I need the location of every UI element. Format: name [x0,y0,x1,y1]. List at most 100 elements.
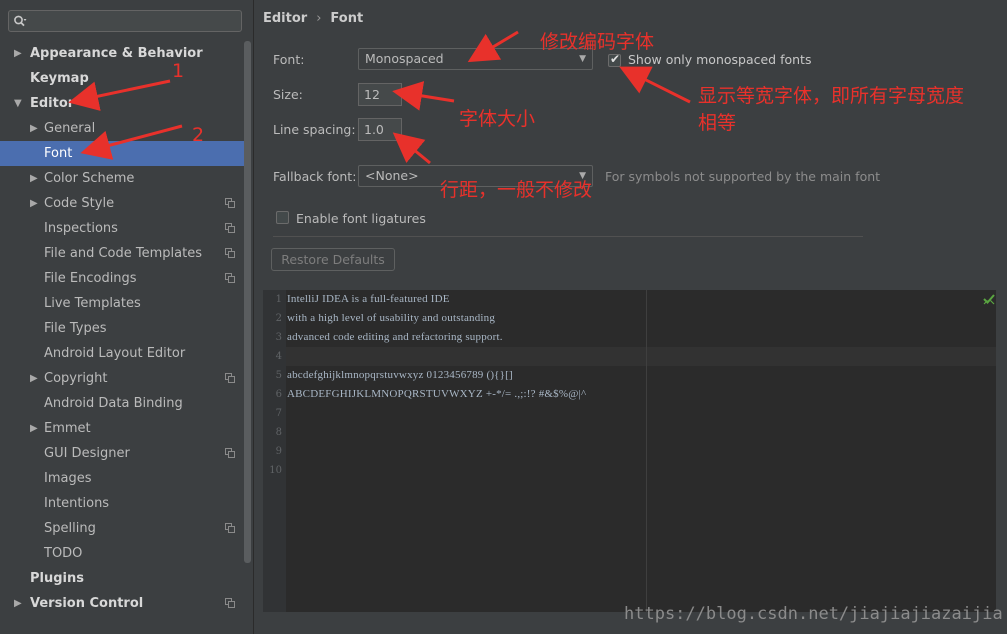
size-input[interactable]: 12 [358,83,402,106]
annotation-change-font: 修改编码字体 [540,31,655,53]
sidebar-item-label: File Types [44,321,107,336]
project-settings-icon [225,223,235,233]
sidebar-item-todo[interactable]: TODO [0,541,251,566]
sidebar-item-label: Color Scheme [44,171,135,186]
caret-row-highlight [286,347,996,366]
line-number: 7 [275,408,282,419]
sidebar-item-file-types[interactable]: File Types [0,316,251,341]
sidebar-item-editor[interactable]: ▼ Editor [0,91,251,116]
font-ligatures-checkbox[interactable] [276,211,289,224]
project-settings-icon [225,273,235,283]
sidebar-item-copyright[interactable]: ▶ Copyright [0,366,251,391]
line-number: 8 [275,427,282,438]
breadcrumb: Editor › Font [263,11,363,26]
sidebar-scrollbar[interactable] [244,41,251,563]
sidebar-item-label: General [44,121,96,136]
font-ligatures-label[interactable]: Enable font ligatures [296,211,426,226]
sidebar-item-label: File Encodings [44,271,137,286]
project-settings-icon [225,248,235,258]
sidebar-item-general[interactable]: ▶ General [0,116,251,141]
collapsed-arrow-icon[interactable]: ▶ [30,191,42,216]
sidebar-item-label: Code Style [44,196,115,211]
collapsed-arrow-icon[interactable]: ▶ [14,41,26,66]
fallback-font-value: <None> [365,168,419,183]
line-number: 6 [275,389,282,400]
monospaced-only-label[interactable]: Show only monospaced fonts [628,52,811,67]
font-label: Font: [273,52,305,67]
sidebar-item-label: Inspections [44,221,118,236]
right-margin-guide [646,290,647,612]
expanded-arrow-icon[interactable]: ▼ [14,91,26,116]
project-settings-icon [225,598,235,608]
sidebar-item-inspections[interactable]: Inspections [0,216,251,241]
sidebar-item-label: Android Data Binding [44,396,183,411]
collapsed-arrow-icon[interactable]: ▶ [14,591,26,616]
size-label: Size: [273,87,303,102]
fallback-font-hint: For symbols not supported by the main fo… [605,169,881,184]
sidebar-item-font[interactable]: Font [0,141,251,166]
inspection-ok-icon [983,294,995,305]
sidebar-item-code-style[interactable]: ▶ Code Style [0,191,251,216]
line-number: 4 [275,351,282,362]
line-number: 5 [275,370,282,381]
sidebar-item-keymap[interactable]: Keymap [0,66,251,91]
sidebar-item-label: TODO [44,546,83,561]
project-settings-icon [225,523,235,533]
line-number: 3 [275,332,282,343]
collapsed-arrow-icon[interactable]: ▶ [30,416,42,441]
sidebar-item-label: File and Code Templates [44,246,202,261]
sidebar-item-emmet[interactable]: ▶ Emmet [0,416,251,441]
restore-defaults-button[interactable]: Restore Defaults [271,248,395,271]
sidebar-item-label: Plugins [30,571,84,586]
search-input[interactable] [8,10,242,32]
sidebar-item-gui-designer[interactable]: GUI Designer [0,441,251,466]
annotation-font-size: 字体大小 [459,108,536,130]
sidebar-item-label: Font [44,146,73,161]
sidebar-item-android-layout-editor[interactable]: Android Layout Editor [0,341,251,366]
breadcrumb-current: Font [330,11,364,26]
annotation-mono-line2: 相等 [698,112,737,134]
watermark: https://blog.csdn.net/jiajiajiazaijia [624,604,1003,624]
sidebar-item-spelling[interactable]: Spelling [0,516,251,541]
font-preview-editor[interactable]: 1 IntelliJ IDEA is a full-featured IDE 2 wi… [263,290,996,612]
monospaced-only-checkbox[interactable]: ✔ [608,52,621,67]
separator [273,236,863,237]
preview-code-line: with a high level of usability and outst… [287,312,496,324]
sidebar-item-version-control[interactable]: ▶ Version Control [0,591,251,616]
annotation-number-2: 2 [192,124,205,146]
checkmark-icon: ✔ [610,52,621,66]
sidebar-item-color-scheme[interactable]: ▶ Color Scheme [0,166,251,191]
breadcrumb-parent[interactable]: Editor [263,11,307,26]
sidebar-item-file-encodings[interactable]: File Encodings [0,266,251,291]
sidebar-item-label: Editor [30,96,75,111]
sidebar-item-file-and-code-templates[interactable]: File and Code Templates [0,241,251,266]
sidebar-item-label: Keymap [30,71,89,86]
collapsed-arrow-icon[interactable]: ▶ [30,166,42,191]
sidebar-item-intentions[interactable]: Intentions [0,491,251,516]
collapsed-arrow-icon[interactable]: ▶ [30,116,42,141]
sidebar-item-appearance-behavior[interactable]: ▶ Appearance & Behavior [0,41,251,66]
sidebar-item-android-data-binding[interactable]: Android Data Binding [0,391,251,416]
project-settings-icon [225,373,235,383]
sidebar-item-label: GUI Designer [44,446,130,461]
sidebar-item-label: Copyright [44,371,108,386]
collapsed-arrow-icon[interactable]: ▶ [30,366,42,391]
sidebar-item-live-templates[interactable]: Live Templates [0,291,251,316]
sidebar-item-images[interactable]: Images [0,466,251,491]
annotation-number-1: 1 [172,60,185,82]
sidebar-item-label: Intentions [44,496,110,511]
sidebar-item-label: Android Layout Editor [44,346,186,361]
fallback-font-label: Fallback font: [273,169,357,184]
search-icon [14,15,27,27]
preview-code-line: abcdefghijklmnopqrstuvwxyz 0123456789 ()… [287,369,513,381]
sidebar-item-label: Emmet [44,421,91,436]
project-settings-icon [225,198,235,208]
line-number: 2 [275,313,282,324]
sidebar-item-label: Spelling [44,521,96,536]
preview-code-line: advanced code editing and refactoring su… [287,331,503,343]
preview-code-line: IntelliJ IDEA is a full-featured IDE [287,293,450,305]
line-number: 1 [275,294,282,305]
line-number: 10 [269,465,282,476]
sidebar-item-plugins[interactable]: Plugins [0,566,251,591]
line-spacing-input[interactable]: 1.0 [358,118,402,141]
